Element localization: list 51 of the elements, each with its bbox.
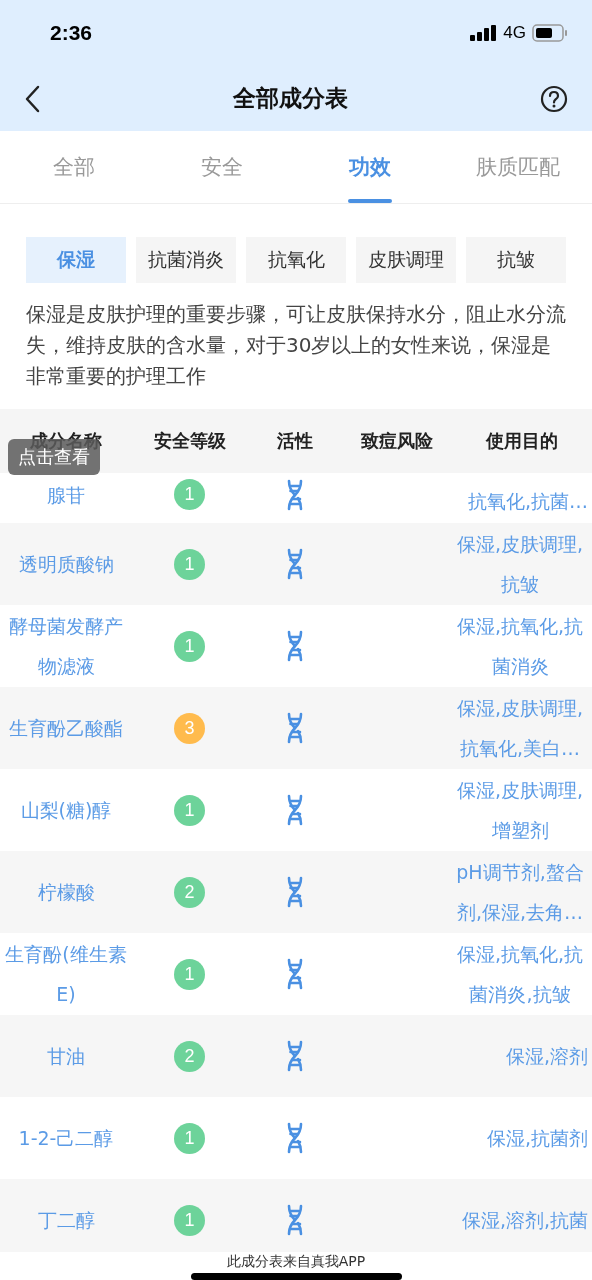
usage-purpose: 抗氧化,抗菌… xyxy=(467,489,588,514)
filter-chip[interactable]: 保湿 xyxy=(26,237,126,283)
usage-purpose: pH调节剂,螯合剂,保湿,去角… xyxy=(455,860,585,925)
column-header: 致痘风险 xyxy=(360,429,434,453)
safety-level-badge: 1 xyxy=(174,1204,205,1236)
column-header: 使用目的 xyxy=(484,429,559,453)
safety-level-badge: 1 xyxy=(174,958,205,990)
status-time: 2:36 xyxy=(50,21,93,45)
help-icon[interactable] xyxy=(540,84,568,113)
safety-level-badge: 2 xyxy=(174,1040,205,1072)
filter-chip[interactable]: 抗氧化 xyxy=(246,237,346,283)
safety-level-badge: 1 xyxy=(174,479,205,510)
filter-chip[interactable]: 皮肤调理 xyxy=(356,237,456,283)
ingredient-name[interactable]: 腺苷 xyxy=(47,475,85,515)
ingredient-name[interactable]: 生育酚乙酸酯 xyxy=(9,708,123,748)
description-text: 保湿是皮肤护理的重要步骤，可让皮肤保持水分，阻止水分流失，维持皮肤的含水量，对于30岁以上的女性来说，保湿是非常重要的护理工作 xyxy=(26,301,567,390)
battery-icon xyxy=(532,24,568,42)
ingredient-name[interactable]: 山梨(糖)醇 xyxy=(20,790,112,830)
tab[interactable]: 全部 xyxy=(0,131,148,203)
usage-purpose: 保湿,抗氧化,抗菌消炎 xyxy=(455,614,585,679)
ingredient-name[interactable]: 酵母菌发酵产物滤液 xyxy=(0,606,132,686)
safety-level-badge: 2 xyxy=(174,876,205,908)
tab[interactable]: 肤质匹配 xyxy=(444,131,592,203)
usage-purpose: 保湿,皮肤调理,抗皱 xyxy=(455,532,585,597)
usage-purpose: 保湿,抗氧化,抗菌消炎,抗皱 xyxy=(455,942,585,1007)
usage-purpose: 保湿,皮肤调理,抗氧化,美白… xyxy=(455,696,585,761)
ingredient-name[interactable]: 丁二醇 xyxy=(37,1200,95,1240)
ingredient-name[interactable]: 柠檬酸 xyxy=(37,872,95,912)
filter-chip[interactable]: 抗菌消炎 xyxy=(136,237,236,283)
tab[interactable]: 安全 xyxy=(148,131,296,203)
safety-level-badge: 1 xyxy=(174,1122,205,1154)
safety-level-badge: 1 xyxy=(174,794,205,826)
column-header: 安全等级 xyxy=(152,429,227,453)
safety-level-badge: 1 xyxy=(174,630,205,662)
ingredient-name[interactable]: 生育酚(维生素E) xyxy=(0,934,132,1014)
safety-level-badge: 1 xyxy=(174,548,205,580)
usage-purpose: 保湿,溶剂,抗菌 xyxy=(461,1208,588,1233)
usage-purpose: 保湿,溶剂 xyxy=(505,1044,588,1069)
column-header: 活性 xyxy=(275,429,314,453)
ingredient-name[interactable]: 1-2-己二醇 xyxy=(18,1118,114,1158)
ingredient-name[interactable]: 透明质酸钠 xyxy=(18,544,114,584)
ingredient-name[interactable]: 甘油 xyxy=(47,1036,85,1076)
filter-chip[interactable]: 抗皱 xyxy=(466,237,566,283)
usage-purpose: 保湿,抗菌剂 xyxy=(486,1126,588,1151)
signal-icon xyxy=(470,25,498,41)
safety-level-badge: 3 xyxy=(174,712,205,744)
page-title: 全部成分表 xyxy=(232,84,348,113)
footer-text: 此成分表来自真我APP xyxy=(226,1252,366,1270)
back-icon[interactable] xyxy=(24,84,40,113)
tab[interactable]: 功效 xyxy=(296,131,444,203)
network-label: 4G xyxy=(503,23,526,43)
